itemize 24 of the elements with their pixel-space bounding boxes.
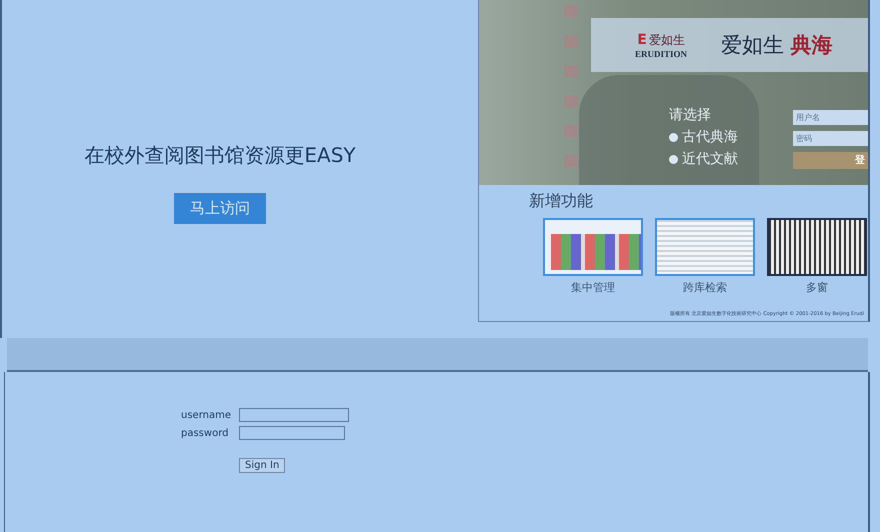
headline: 在校外查阅图书馆资源更EASY <box>84 142 356 169</box>
username-input[interactable]: 用户名 <box>793 110 868 125</box>
features-title: 新增功能 <box>529 191 594 212</box>
radio-dot[interactable] <box>669 154 678 164</box>
username-field[interactable] <box>239 408 349 422</box>
feature-caption: 集中管理 <box>571 280 615 295</box>
visit-button[interactable]: 马上访问 <box>174 193 266 224</box>
option-label[interactable]: 近代文献 <box>682 150 738 168</box>
site-title: 爱如生 典海 <box>721 31 833 59</box>
password-label: password <box>181 428 230 438</box>
logo-name: 爱如生 <box>648 32 685 48</box>
password-field[interactable] <box>239 426 345 440</box>
feature-caption: 多窗 <box>806 280 828 295</box>
logo-mark: E <box>637 32 647 48</box>
feature-caption: 跨库检索 <box>683 280 727 295</box>
choose-label: 请选择 <box>669 106 712 124</box>
username-label: username <box>181 410 231 420</box>
password-input[interactable]: 密码 <box>793 131 868 146</box>
radio-dot[interactable] <box>669 132 678 142</box>
login-button[interactable]: 登 <box>793 152 868 169</box>
feature-screenshot[interactable] <box>767 218 867 276</box>
option-label[interactable]: 古代典海 <box>682 128 738 146</box>
sign-in-button[interactable]: Sign In <box>239 458 286 473</box>
logo-latin: ERUDITION <box>635 48 688 58</box>
